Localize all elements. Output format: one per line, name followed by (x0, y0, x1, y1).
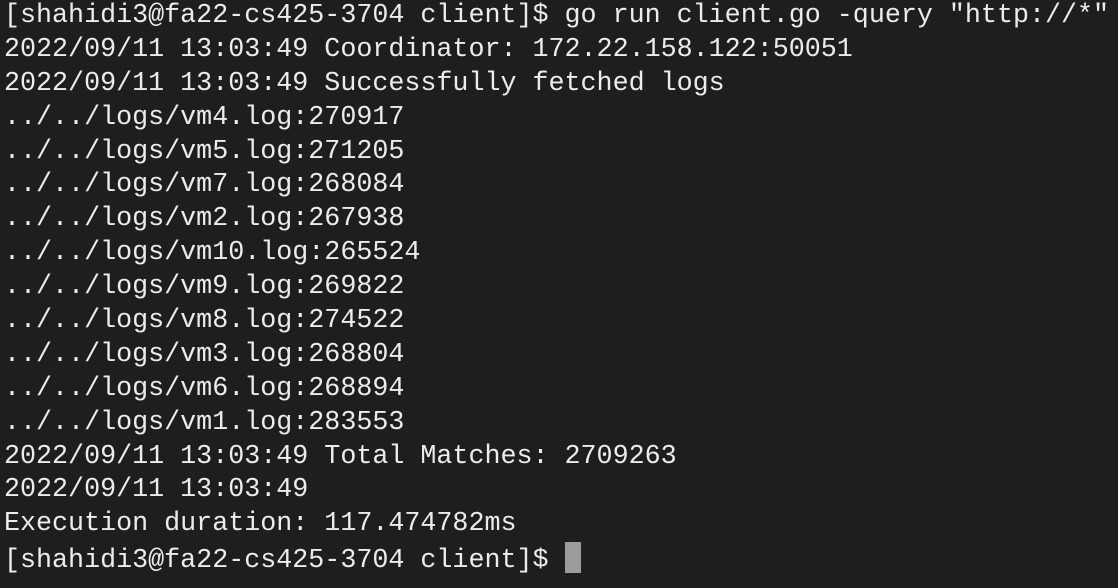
output-line: ../../logs/vm3.log:268804 (4, 339, 405, 370)
command-text: go run client.go -query "http://*" (564, 1, 1110, 31)
output-line: ../../logs/vm10.log:265524 (4, 238, 421, 269)
output-line: ../../logs/vm9.log:269822 (4, 272, 405, 303)
input-line[interactable]: [shahidi3@fa22-cs425-3704 client]$ (4, 542, 1109, 576)
output-line: 2022/09/11 13:03:49 Coordinator: 172.22.… (4, 34, 853, 65)
output-line: Execution duration: 117.474782ms (4, 509, 517, 540)
output-line: ../../logs/vm2.log:267938 (4, 204, 405, 235)
output-line: ../../logs/vm1.log:283553 (4, 407, 405, 438)
command-line: [shahidi3@fa22-cs425-3704 client]$ go ru… (4, 0, 1109, 34)
terminal-window[interactable]: [shahidi3@fa22-cs425-3704 client]$ go ru… (4, 0, 1109, 576)
shell-prompt: [shahidi3@fa22-cs425-3704 client]$ (4, 546, 565, 577)
output-line: ../../logs/vm8.log:274522 (4, 306, 405, 337)
text-cursor (564, 542, 581, 574)
output-line: ../../logs/vm4.log:270917 (4, 102, 405, 133)
output-line: 2022/09/11 13:03:49 Successfully fetched… (4, 68, 725, 99)
output-line: ../../logs/vm7.log:268084 (4, 170, 405, 201)
shell-prompt: [shahidi3@fa22-cs425-3704 client]$ (4, 1, 565, 31)
output-line: 2022/09/11 13:03:49 Total Matches: 27092… (4, 441, 677, 472)
output-line: 2022/09/11 13:03:49 (4, 475, 309, 506)
output-line: ../../logs/vm5.log:271205 (4, 136, 405, 167)
output-line: ../../logs/vm6.log:268894 (4, 373, 405, 404)
